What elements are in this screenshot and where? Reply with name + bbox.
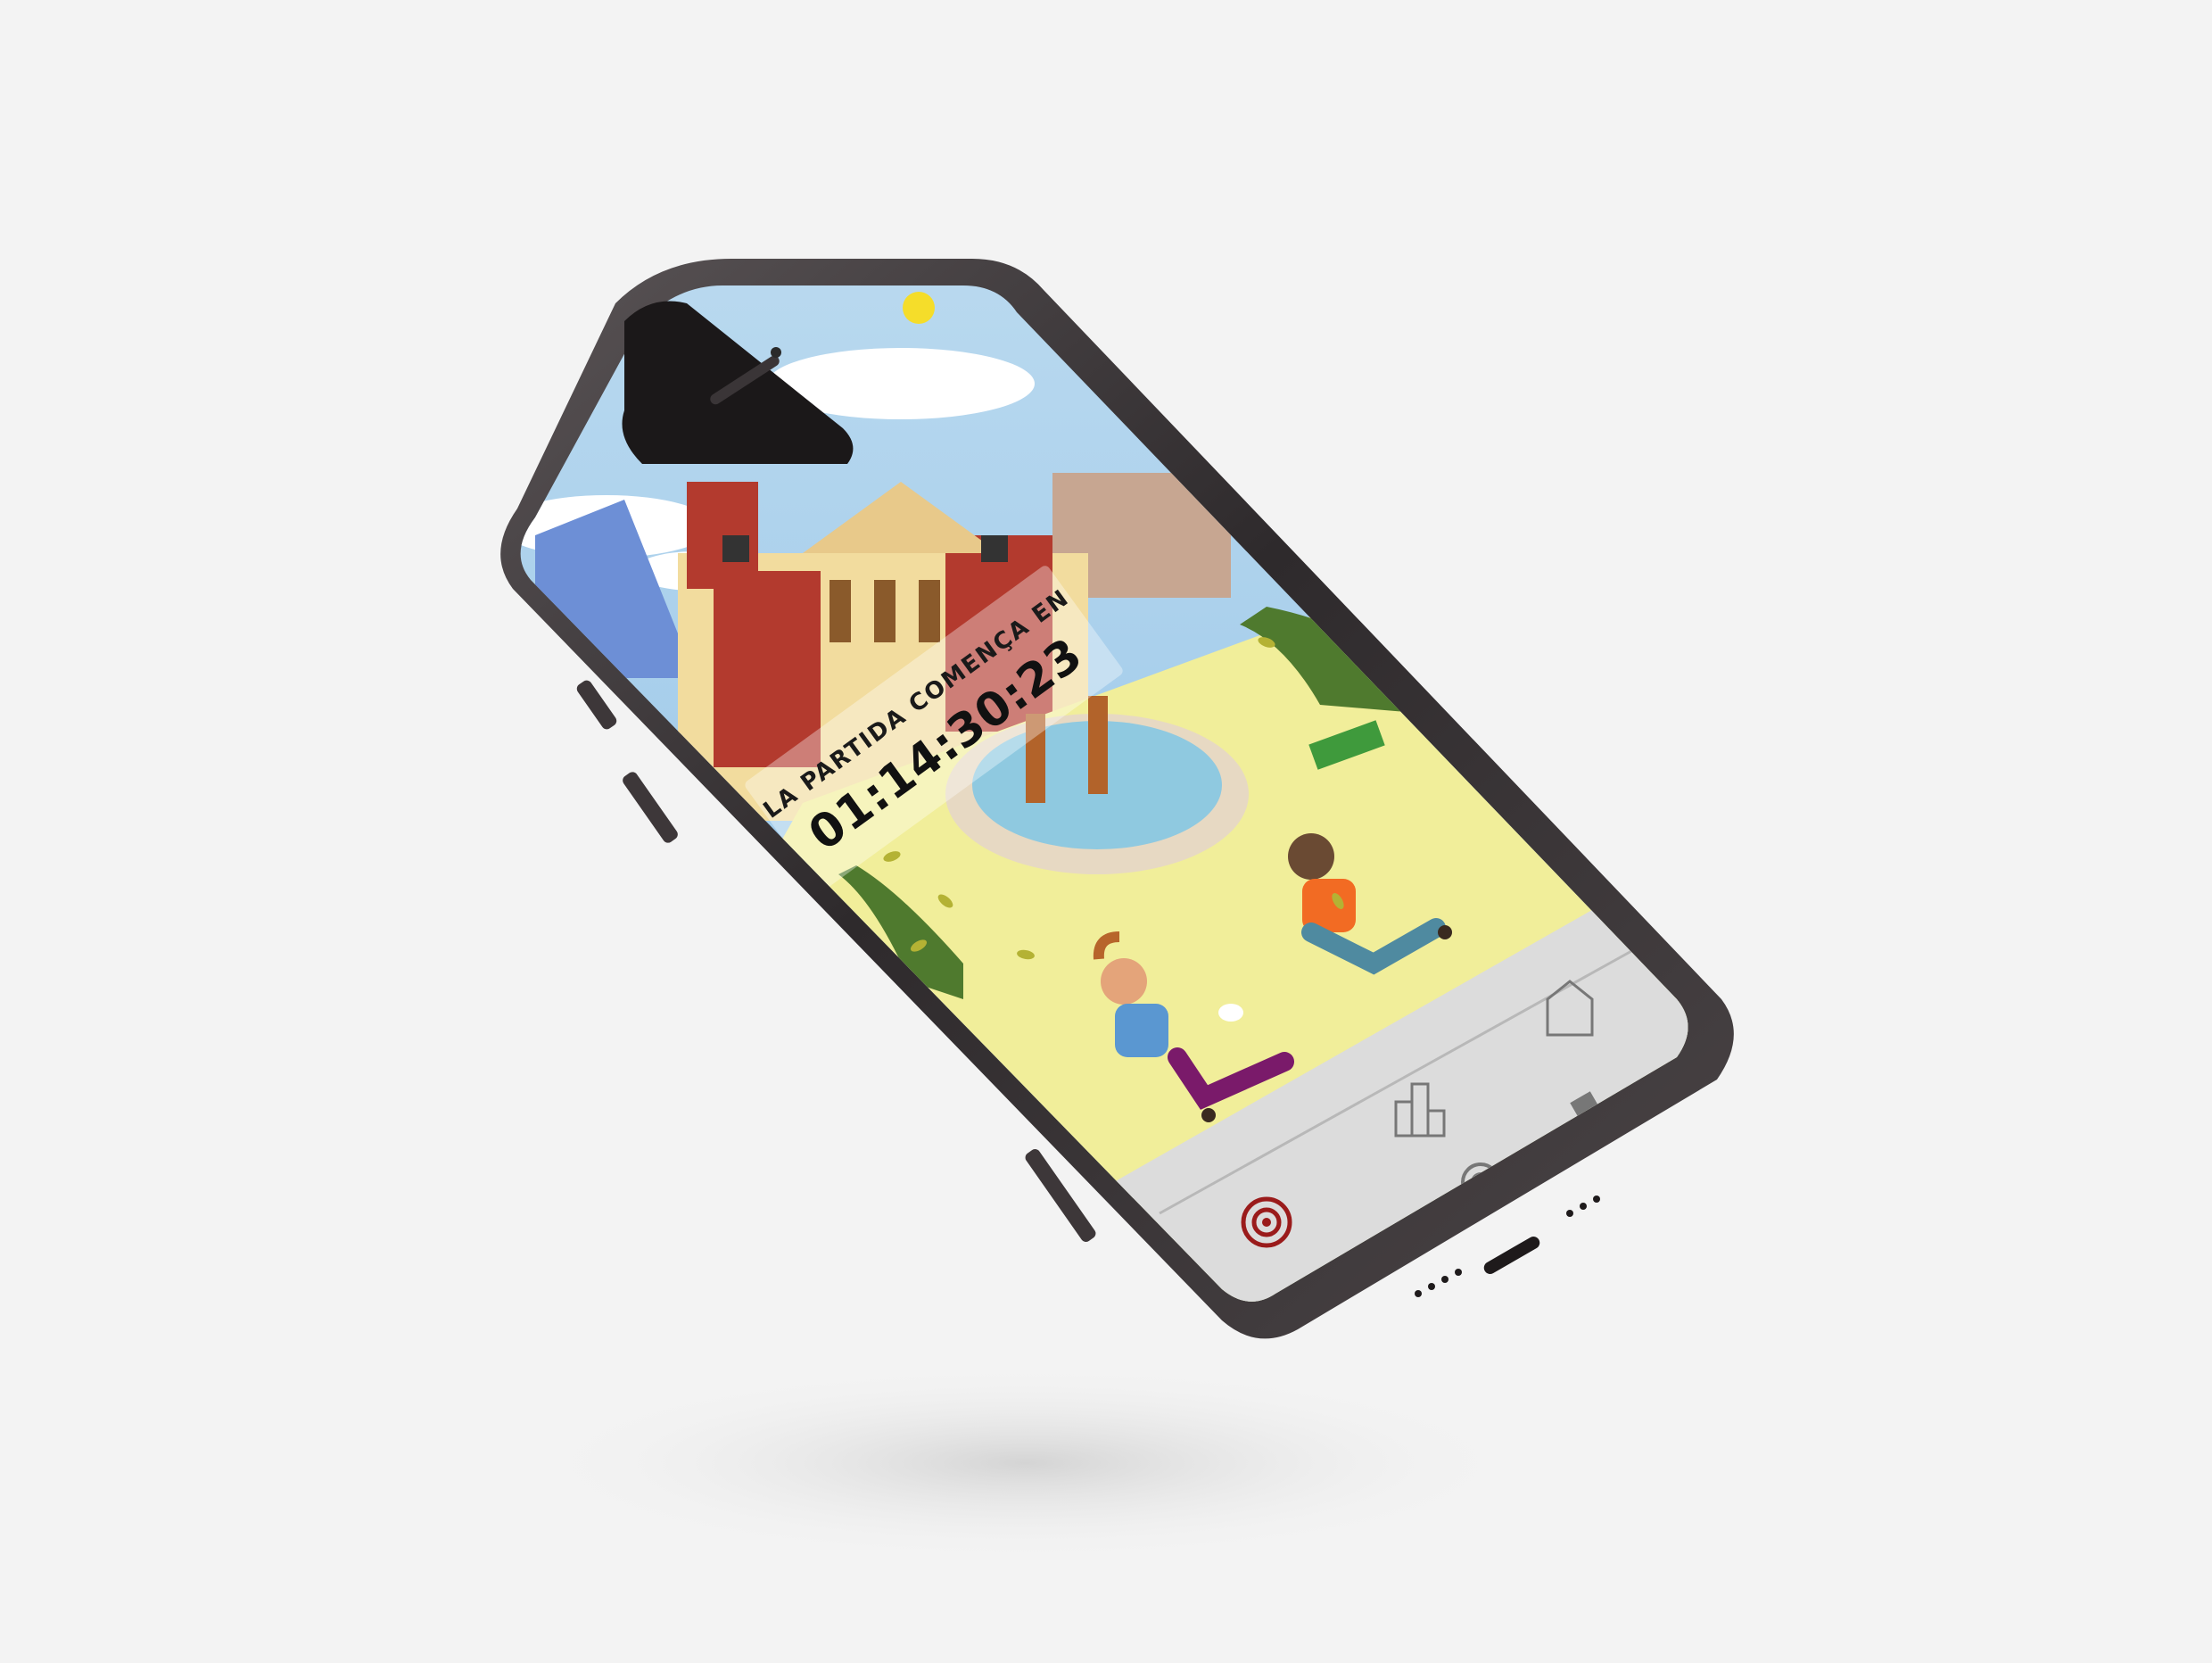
paper-roll	[1218, 1004, 1243, 1022]
floor-shadow	[526, 1365, 1525, 1561]
phone-mockup-canvas: LA PARTIDA COMENÇA EN 01:14:30:23	[500, 259, 1734, 1561]
product-mockup-scene: LA PARTIDA COMENÇA EN 01:14:30:23	[0, 0, 2212, 1659]
front-camera	[771, 347, 781, 358]
volume-down-button	[623, 772, 678, 843]
sun-icon	[903, 292, 935, 324]
